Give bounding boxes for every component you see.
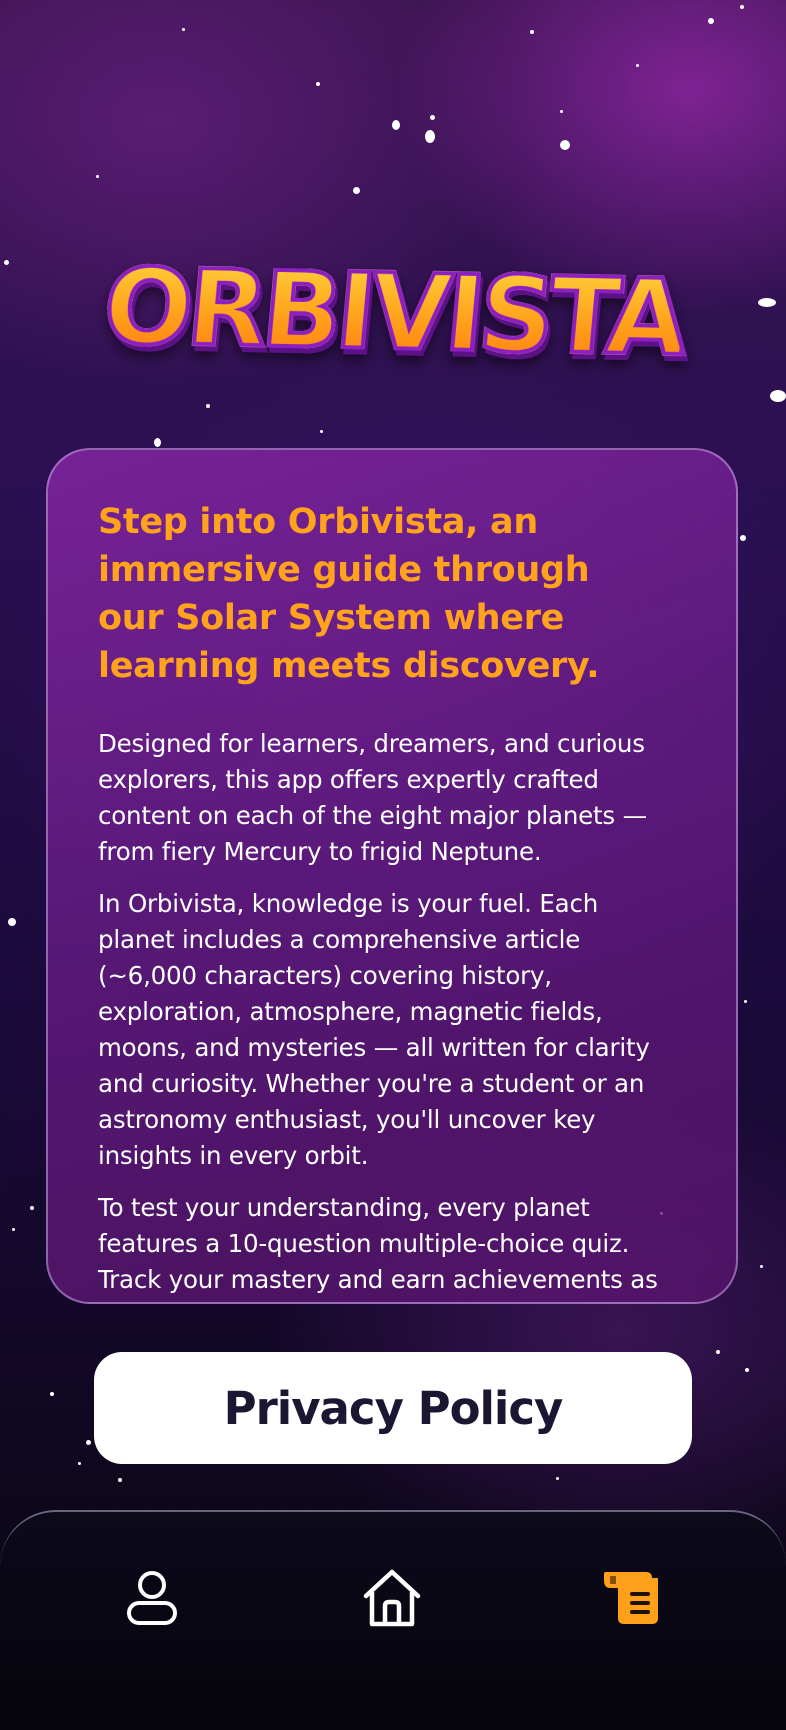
tab-profile[interactable] <box>116 1562 188 1634</box>
about-card[interactable]: Step into Orbivista, an immersive guide … <box>46 448 738 1304</box>
tab-about[interactable] <box>596 1562 668 1634</box>
about-content: Step into Orbivista, an immersive guide … <box>98 498 666 1298</box>
about-paragraph: Designed for learners, dreamers, and cur… <box>98 729 647 866</box>
profile-icon <box>127 1571 177 1625</box>
logo-wordmark: ORBIVISTA <box>96 243 689 381</box>
home-icon <box>363 1569 421 1627</box>
about-scroll-icon <box>604 1572 658 1624</box>
privacy-policy-button[interactable]: Privacy Policy <box>94 1352 692 1464</box>
about-paragraph: To test your understanding, every planet… <box>98 1193 658 1294</box>
about-headline: Step into Orbivista, an immersive guide … <box>98 502 600 686</box>
tab-home[interactable] <box>356 1562 428 1634</box>
bottom-tab-bar <box>0 1510 786 1730</box>
app-logo: ORBIVISTA <box>70 243 716 381</box>
about-paragraph: In Orbivista, knowledge is your fuel. Ea… <box>98 889 650 1170</box>
